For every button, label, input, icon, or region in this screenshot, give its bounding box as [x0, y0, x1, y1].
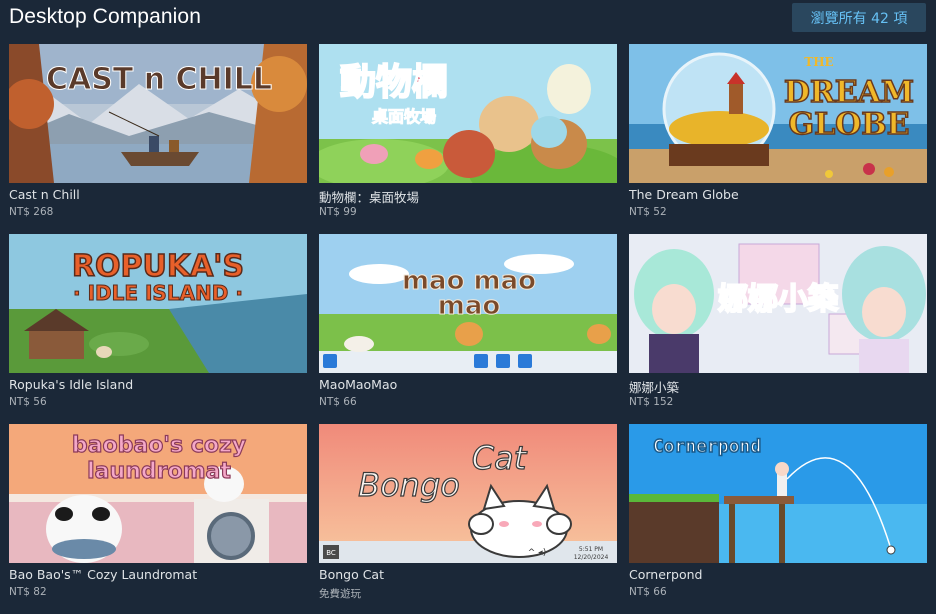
cover-subtitle: 桌面牧場 — [372, 107, 436, 126]
browse-all-button[interactable]: 瀏覽所有 42 項 — [792, 3, 926, 32]
cover-clock-date: 12/20/2024 — [574, 554, 609, 561]
game-name[interactable]: The Dream Globe — [629, 187, 739, 202]
cover-title: 娜娜小築 — [718, 282, 839, 317]
game-card[interactable]: 娜娜小築 娜娜小築 NT$ 152 — [629, 234, 927, 414]
game-name[interactable]: 動物欄：桌面牧場 — [319, 187, 419, 206]
game-price: NT$ 66 — [629, 586, 667, 598]
game-price: NT$ 66 — [319, 396, 357, 408]
game-name[interactable]: 娜娜小築 — [629, 377, 679, 396]
svg-text:GLOBE: GLOBE — [788, 107, 909, 142]
svg-text:^ ◂): ^ ◂) — [528, 548, 546, 558]
game-card[interactable]: mao mao mao MaoMaoMao NT$ 66 — [319, 234, 617, 414]
cover-clock-time: 5:51 PM — [579, 546, 603, 553]
game-card[interactable]: CAST n CHILL Cast n Chill NT$ 268 — [9, 44, 307, 224]
game-name[interactable]: Ropuka's Idle Island — [9, 377, 133, 392]
cover-title: baobao's cozy — [72, 433, 246, 458]
game-cover-image[interactable]: 娜娜小築 — [629, 234, 927, 373]
game-cover-image[interactable]: Cornerpond — [629, 424, 927, 563]
cover-title: CAST n CHILL — [46, 62, 272, 97]
svg-text:THE: THE — [804, 55, 833, 69]
svg-text:laundromat: laundromat — [87, 459, 231, 484]
game-name[interactable]: Bao Bao's™ Cozy Laundromat — [9, 567, 197, 582]
cover-title: DREAM — [784, 75, 914, 110]
game-cover-image[interactable]: 動物欄 桌面牧場 — [319, 44, 617, 183]
svg-text:BC: BC — [326, 549, 336, 557]
game-card[interactable]: DREAM GLOBE THE The Dream Globe NT$ 52 — [629, 44, 927, 224]
game-cover-image[interactable]: mao mao mao — [319, 234, 617, 373]
game-card[interactable]: baobao's cozy laundromat Bao Bao's™ Cozy… — [9, 424, 307, 604]
svg-text:mao: mao — [438, 291, 501, 321]
game-name[interactable]: Cornerpond — [629, 567, 703, 582]
game-cover-image[interactable]: ROPUKA'S · IDLE ISLAND · — [9, 234, 307, 373]
cover-subtitle: · IDLE ISLAND · — [73, 281, 243, 305]
cover-title: Bongo — [358, 466, 460, 504]
game-price: NT$ 52 — [629, 206, 667, 218]
game-price: NT$ 152 — [629, 396, 674, 408]
game-cover-image[interactable]: CAST n CHILL — [9, 44, 307, 183]
game-card[interactable]: 動物欄 桌面牧場 動物欄：桌面牧場 NT$ 99 — [319, 44, 617, 224]
section-title: Desktop Companion — [9, 5, 201, 28]
game-price: NT$ 56 — [9, 396, 47, 408]
game-price: NT$ 99 — [319, 206, 357, 218]
game-cover-image[interactable]: BC Bongo Cat ^ ◂) 5:51 PM 12/20/2024 — [319, 424, 617, 563]
game-cover-image[interactable]: DREAM GLOBE THE — [629, 44, 927, 183]
cover-title: 動物欄 — [340, 62, 448, 103]
cover-title: Cornerpond — [653, 436, 761, 457]
game-card[interactable]: Cornerpond Cornerpond NT$ 66 — [629, 424, 927, 604]
game-price: NT$ 268 — [9, 206, 54, 218]
section-header: Desktop Companion 瀏覽所有 42 項 — [0, 0, 936, 36]
cover-title: ROPUKA'S — [72, 249, 244, 284]
game-name[interactable]: MaoMaoMao — [319, 377, 397, 392]
game-card[interactable]: ROPUKA'S · IDLE ISLAND · Ropuka's Idle I… — [9, 234, 307, 414]
svg-text:Cat: Cat — [472, 439, 528, 477]
game-card[interactable]: BC Bongo Cat ^ ◂) 5:51 PM 12/20/2024 Bon… — [319, 424, 617, 604]
game-cover-image[interactable]: baobao's cozy laundromat — [9, 424, 307, 563]
game-name[interactable]: Cast n Chill — [9, 187, 80, 202]
game-price: 免費遊玩 — [319, 588, 361, 600]
game-price: NT$ 82 — [9, 586, 47, 598]
game-name[interactable]: Bongo Cat — [319, 567, 384, 582]
